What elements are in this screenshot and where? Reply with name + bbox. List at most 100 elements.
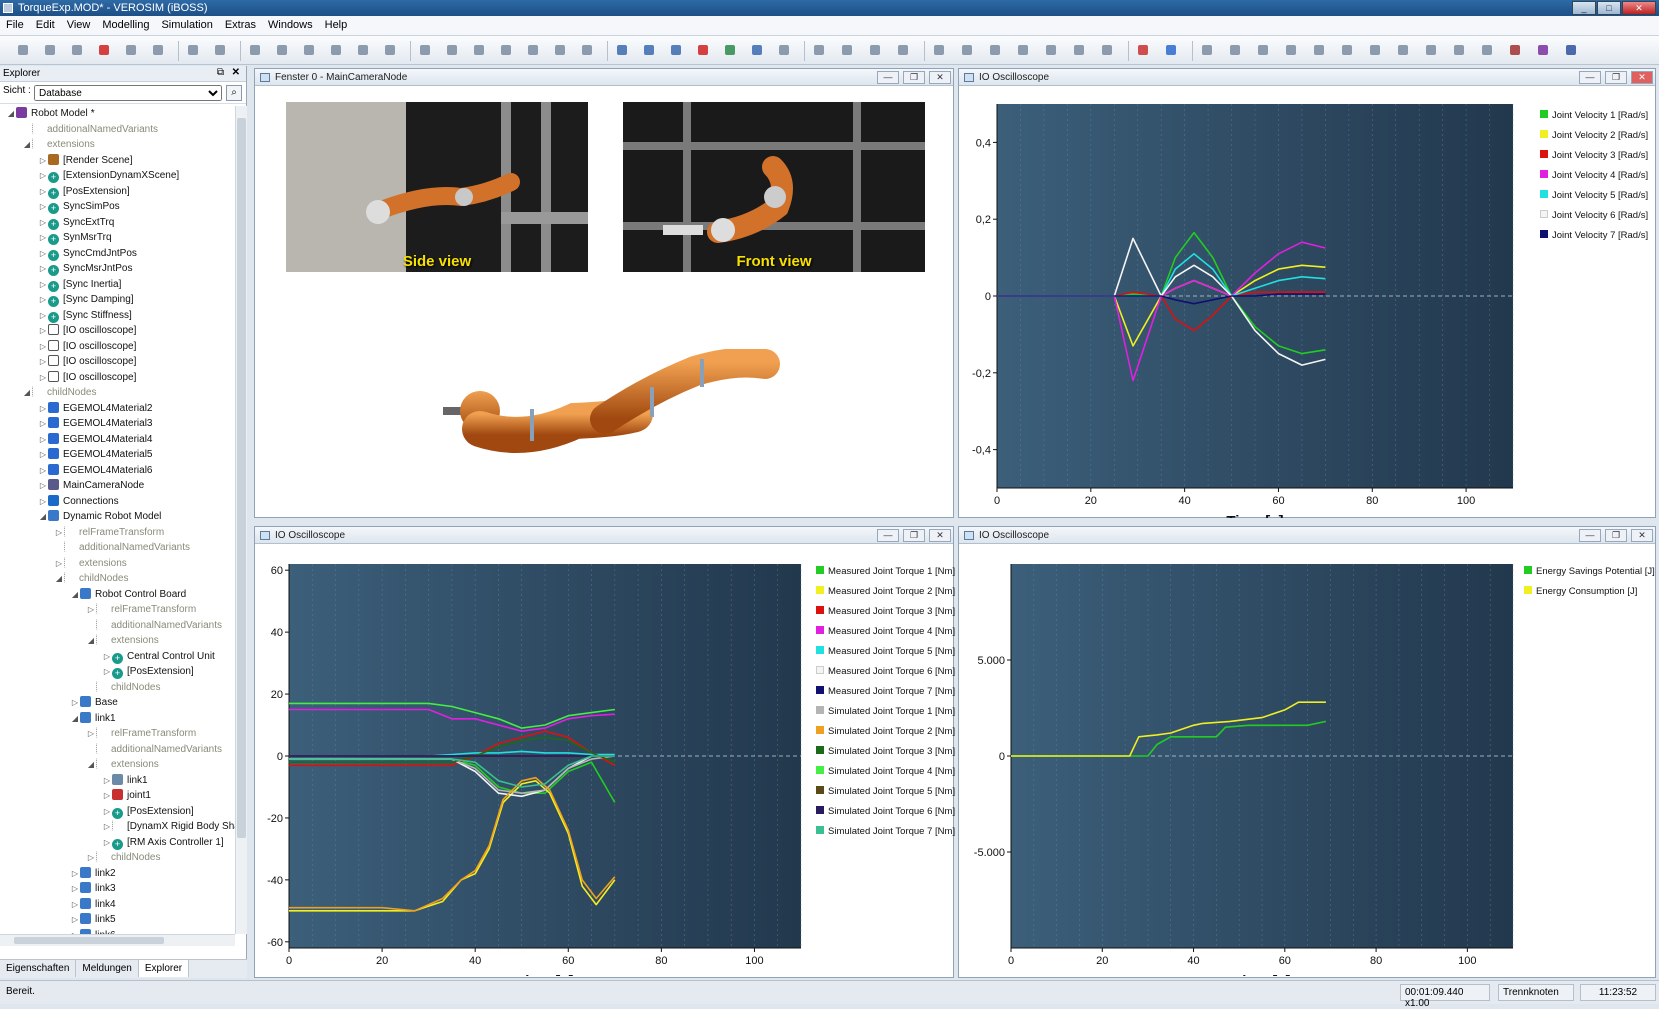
- restore-icon[interactable]: ❐: [1605, 529, 1627, 542]
- axis7-icon[interactable]: [1098, 41, 1116, 59]
- tool5-icon[interactable]: [1422, 41, 1440, 59]
- menu-view[interactable]: View: [61, 16, 97, 34]
- legend-item[interactable]: Joint Velocity 3 [Rad/s]: [1537, 146, 1648, 166]
- layout4-icon[interactable]: [894, 41, 912, 59]
- legend-item[interactable]: Energy Consumption [J]: [1521, 582, 1655, 602]
- tree-item[interactable]: ▷ relFrameTransform: [0, 726, 235, 742]
- expand-arrow-icon[interactable]: ◢: [70, 587, 80, 603]
- restore-icon[interactable]: ❐: [1605, 71, 1627, 84]
- legend-item[interactable]: Simulated Joint Torque 1 [Nm]: [813, 702, 955, 722]
- tool3-icon[interactable]: [1366, 41, 1384, 59]
- expand-arrow-icon[interactable]: ◢: [22, 137, 32, 153]
- expand-arrow-icon[interactable]: ▷: [70, 695, 80, 711]
- frame-icon[interactable]: [443, 41, 461, 59]
- expand-arrow-icon[interactable]: ▷: [102, 835, 112, 851]
- restore-icon[interactable]: ❐: [903, 529, 925, 542]
- menu-help[interactable]: Help: [319, 16, 354, 34]
- expand-arrow-icon[interactable]: ▷: [38, 308, 48, 324]
- expand-arrow-icon[interactable]: ▷: [38, 261, 48, 277]
- tree-item[interactable]: ▷ EGEMOL4Material6: [0, 463, 235, 479]
- redo-icon[interactable]: [149, 41, 167, 59]
- expand-arrow-icon[interactable]: ▷: [38, 292, 48, 308]
- legend-item[interactable]: Simulated Joint Torque 7 [Nm]: [813, 822, 955, 842]
- tree-item[interactable]: additionalNamedVariants: [0, 618, 235, 634]
- menu-simulation[interactable]: Simulation: [155, 16, 218, 34]
- tab-meldungen[interactable]: Meldungen: [76, 960, 139, 977]
- expand-arrow-icon[interactable]: ▷: [70, 881, 80, 897]
- tree-item[interactable]: ▷ MainCameraNode: [0, 478, 235, 494]
- tree-item[interactable]: ▷ + [Sync Stiffness]: [0, 308, 235, 324]
- legend-item[interactable]: Measured Joint Torque 7 [Nm]: [813, 682, 955, 702]
- tree-item[interactable]: ▷ EGEMOL4Material5: [0, 447, 235, 463]
- tree-item[interactable]: ◢ childNodes: [0, 385, 235, 401]
- close-button[interactable]: ✕: [1622, 1, 1656, 15]
- minimize-icon[interactable]: —: [877, 529, 899, 542]
- expand-arrow-icon[interactable]: ▷: [38, 215, 48, 231]
- tree-item[interactable]: ▷ joint1: [0, 788, 235, 804]
- tree-item[interactable]: ▷ + [ExtensionDynamXScene]: [0, 168, 235, 184]
- tree-item[interactable]: ▷ [Render Scene]: [0, 153, 235, 169]
- scale-icon[interactable]: [300, 41, 318, 59]
- expand-arrow-icon[interactable]: ▷: [38, 323, 48, 339]
- tree-item[interactable]: ▷ + [PosExtension]: [0, 664, 235, 680]
- menu-file[interactable]: File: [0, 16, 30, 34]
- tree-item[interactable]: ▷ EGEMOL4Material2: [0, 401, 235, 417]
- select-all-icon[interactable]: [211, 41, 229, 59]
- record-icon[interactable]: [721, 41, 739, 59]
- tree-item[interactable]: ▷ extensions: [0, 556, 235, 572]
- view-dropdown[interactable]: Database: [34, 85, 222, 101]
- paste-icon[interactable]: [68, 41, 86, 59]
- energy-chart[interactable]: 0 20 40 60 80 100 5.000 0 -5.000 Time [s] Energy S…: [959, 544, 1655, 977]
- expand-arrow-icon[interactable]: ▷: [102, 788, 112, 804]
- tree-item[interactable]: additionalNamedVariants: [0, 540, 235, 556]
- tree-item[interactable]: ▷ + [Sync Inertia]: [0, 277, 235, 293]
- import-icon[interactable]: [1282, 41, 1300, 59]
- hand-icon[interactable]: [1226, 41, 1244, 59]
- float-icon[interactable]: ⧉: [217, 67, 224, 78]
- tree-item[interactable]: ◢ link1: [0, 711, 235, 727]
- delete-icon[interactable]: [95, 41, 113, 59]
- tree-item[interactable]: ▷ relFrameTransform: [0, 525, 235, 541]
- expand-arrow-icon[interactable]: ◢: [6, 106, 16, 122]
- expand-arrow-icon[interactable]: ▷: [38, 199, 48, 215]
- tree-item[interactable]: ▷ Connections: [0, 494, 235, 510]
- expand-arrow-icon[interactable]: ▷: [70, 912, 80, 928]
- tree-item[interactable]: ▷ relFrameTransform: [0, 602, 235, 618]
- pause-icon[interactable]: [667, 41, 685, 59]
- axis-icon[interactable]: [930, 41, 948, 59]
- tree-item[interactable]: ▷ EGEMOL4Material3: [0, 416, 235, 432]
- robot-icon[interactable]: [1134, 41, 1152, 59]
- tree-item[interactable]: ▷ + [Sync Damping]: [0, 292, 235, 308]
- expand-arrow-icon[interactable]: ▷: [38, 416, 48, 432]
- close-icon[interactable]: ✕: [1631, 529, 1653, 542]
- expand-arrow-icon[interactable]: ▷: [102, 649, 112, 665]
- tool1-icon[interactable]: [1310, 41, 1328, 59]
- tree-vertical-scrollbar[interactable]: [235, 106, 247, 934]
- menu-windows[interactable]: Windows: [262, 16, 319, 34]
- expand-arrow-icon[interactable]: ▷: [38, 478, 48, 494]
- snap-icon[interactable]: [354, 41, 372, 59]
- tree-item[interactable]: ▷ link5: [0, 912, 235, 928]
- legend-item[interactable]: Simulated Joint Torque 3 [Nm]: [813, 742, 955, 762]
- tree-item[interactable]: ▷ [DynamX Rigid Body Shape]: [0, 819, 235, 835]
- tree-item[interactable]: ▷ [IO oscilloscope]: [0, 354, 235, 370]
- tree-item[interactable]: ▷ childNodes: [0, 850, 235, 866]
- legend-item[interactable]: Simulated Joint Torque 6 [Nm]: [813, 802, 955, 822]
- undo-icon[interactable]: [122, 41, 140, 59]
- legend-item[interactable]: Measured Joint Torque 1 [Nm]: [813, 562, 955, 582]
- expand-arrow-icon[interactable]: ▷: [38, 153, 48, 169]
- expand-arrow-icon[interactable]: ▷: [38, 339, 48, 355]
- expand-arrow-icon[interactable]: ◢: [54, 571, 64, 587]
- gear3-icon[interactable]: [1562, 41, 1580, 59]
- expand-arrow-icon[interactable]: ▷: [38, 494, 48, 510]
- expand-arrow-icon[interactable]: ▷: [38, 230, 48, 246]
- expand-arrow-icon[interactable]: ◢: [86, 633, 96, 649]
- menu-edit[interactable]: Edit: [30, 16, 61, 34]
- tree-item[interactable]: ◢ Dynamic Robot Model: [0, 509, 235, 525]
- constraint-icon[interactable]: [497, 41, 515, 59]
- minimize-icon[interactable]: —: [1579, 529, 1601, 542]
- tree-item[interactable]: ▷ + SyncCmdJntPos: [0, 246, 235, 262]
- reset-icon[interactable]: [775, 41, 793, 59]
- sensor-icon[interactable]: [524, 41, 542, 59]
- tool4-icon[interactable]: [1394, 41, 1412, 59]
